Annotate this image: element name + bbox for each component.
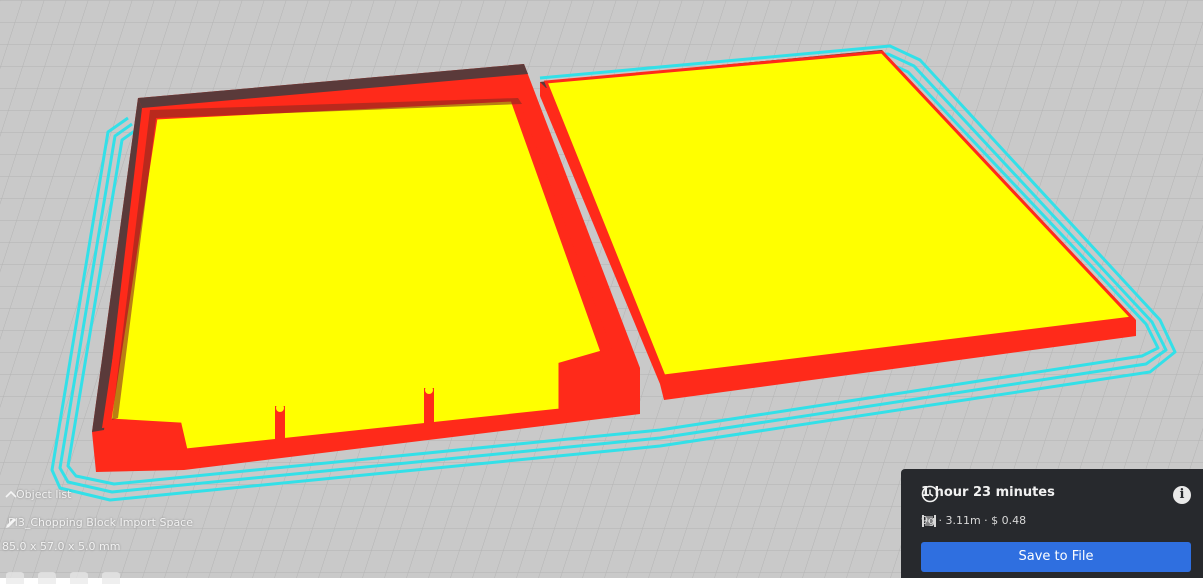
- chevron-up-icon: [5, 490, 17, 498]
- tool-icon[interactable]: [102, 572, 120, 584]
- object-list-item[interactable]: PI3_Chopping Block Import Space: [4, 516, 193, 529]
- info-icon[interactable]: i: [1173, 486, 1191, 504]
- object-tools: [6, 572, 120, 584]
- 3d-viewport[interactable]: Object list PI3_Chopping Block Import Sp…: [0, 0, 1203, 584]
- material-row: 9g · 3.11m · $ 0.48: [921, 514, 1026, 527]
- pencil-icon: [6, 518, 16, 528]
- object-dimensions-row: 85.0 x 57.0 x 5.0 mm: [2, 540, 120, 553]
- tool-icon[interactable]: [38, 572, 56, 584]
- print-time: 1 hour 23 minutes: [921, 485, 1055, 500]
- tool-icon[interactable]: [70, 572, 88, 584]
- object-name: PI3_Chopping Block Import Space: [8, 516, 194, 529]
- object-list-header[interactable]: Object list: [4, 488, 71, 501]
- print-time-row: 1 hour 23 minutes: [921, 485, 1055, 503]
- print-summary-panel: 1 hour 23 minutes i 9g · 3.11m · $ 0.48 …: [901, 469, 1203, 578]
- save-to-file-button[interactable]: Save to File: [921, 542, 1191, 572]
- clock-icon: [921, 485, 939, 503]
- filament-spool-icon: [922, 515, 936, 527]
- tool-icon[interactable]: [6, 572, 24, 584]
- object-dimensions: 85.0 x 57.0 x 5.0 mm: [2, 540, 121, 553]
- object-list-label: Object list: [16, 488, 72, 501]
- object-list-panel: Object list PI3_Chopping Block Import Sp…: [0, 478, 260, 584]
